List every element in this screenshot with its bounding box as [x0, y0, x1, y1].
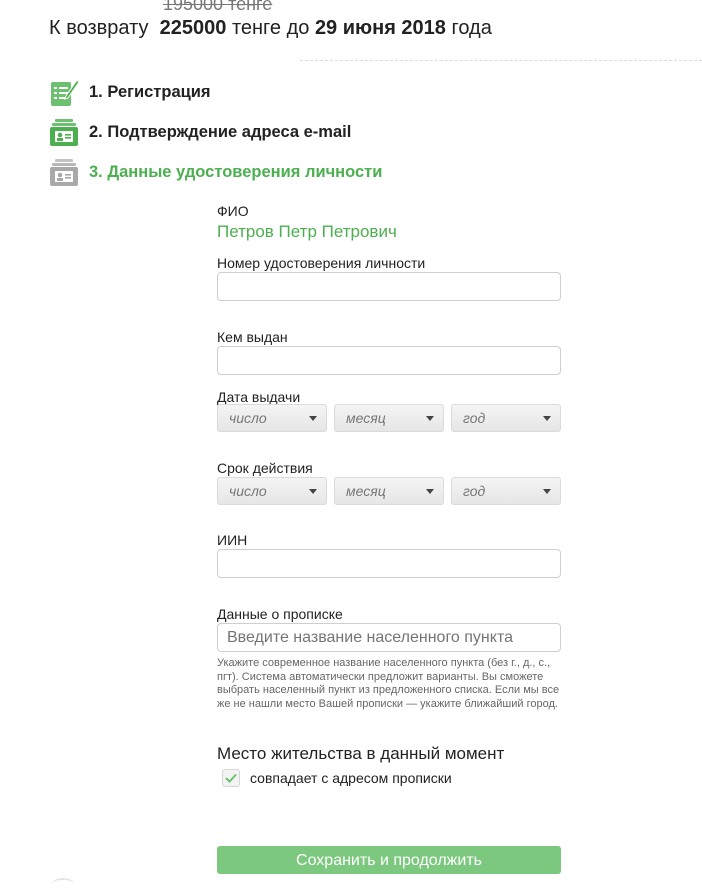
refund-prefix: К возврату [49, 17, 149, 39]
registration-hint: Укажите современное название населенного… [217, 657, 560, 710]
fio-value: Петров Петр Петрович [217, 222, 397, 241]
id-number-input[interactable] [217, 272, 561, 301]
issue-month-select[interactable]: месяц [334, 404, 444, 432]
issue-date-label: Дата выдачи [217, 389, 301, 405]
step-id-data: 3. Данные удостоверения личности [48, 156, 382, 188]
caret-down-icon [426, 489, 434, 494]
expiry-day-select[interactable]: число [217, 477, 327, 505]
step-email: 2. Подтверждение адреса e-mail [48, 116, 351, 148]
expiry-month-select[interactable]: месяц [334, 477, 444, 505]
registration-label: Данные о прописке [217, 606, 343, 622]
id-card-icon [48, 156, 80, 188]
divider [300, 60, 702, 61]
registration-input[interactable] [217, 623, 561, 652]
issued-by-label: Кем выдан [217, 329, 288, 345]
residence-checkbox-label[interactable]: совпадает с адресом прописки [250, 770, 452, 786]
iin-input[interactable] [217, 549, 561, 578]
caret-down-icon [426, 416, 434, 421]
refund-amount: 225000 [159, 17, 227, 39]
caret-down-icon [543, 489, 551, 494]
expiry-year-select[interactable]: год [451, 477, 561, 505]
refund-suffix: года [451, 17, 492, 39]
refund-summary: К возврату 225000 тенге до 29 июня 2018 … [49, 17, 492, 40]
select-value: год [463, 483, 486, 499]
expiry-label: Срок действия [217, 460, 313, 476]
caret-down-icon [543, 416, 551, 421]
issue-day-select[interactable]: число [217, 404, 327, 432]
step-label: 2. Подтверждение адреса e-mail [89, 122, 352, 141]
issued-by-input[interactable] [217, 346, 561, 375]
refund-date: 29 июня 2018 [314, 17, 446, 39]
select-value: месяц [346, 483, 386, 499]
step-registration: 1. Регистрация [48, 76, 211, 108]
step-label: 3. Данные удостоверения личности [89, 162, 383, 181]
refund-mid: тенге до [231, 17, 310, 39]
select-value: число [229, 483, 267, 499]
step-label: 1. Регистрация [89, 82, 211, 101]
select-value: число [229, 410, 267, 426]
fio-label: ФИО [217, 203, 249, 219]
issue-year-select[interactable]: год [451, 404, 561, 432]
caret-down-icon [309, 489, 317, 494]
residence-checkbox[interactable] [222, 769, 240, 787]
checkmark-icon [225, 773, 237, 783]
select-value: год [463, 410, 486, 426]
select-value: месяц [346, 410, 386, 426]
residence-title: Место жительства в данный момент [217, 744, 505, 763]
caret-down-icon [309, 416, 317, 421]
id-card-icon [48, 116, 80, 148]
step-icon-partial [52, 878, 74, 890]
iin-label: ИИН [217, 532, 248, 548]
save-continue-button[interactable]: Сохранить и продолжить [217, 846, 561, 874]
checklist-pen-icon [48, 76, 80, 108]
id-number-label: Номер удостоверения личности [217, 255, 426, 271]
old-price: 195000 тенге [163, 0, 273, 14]
